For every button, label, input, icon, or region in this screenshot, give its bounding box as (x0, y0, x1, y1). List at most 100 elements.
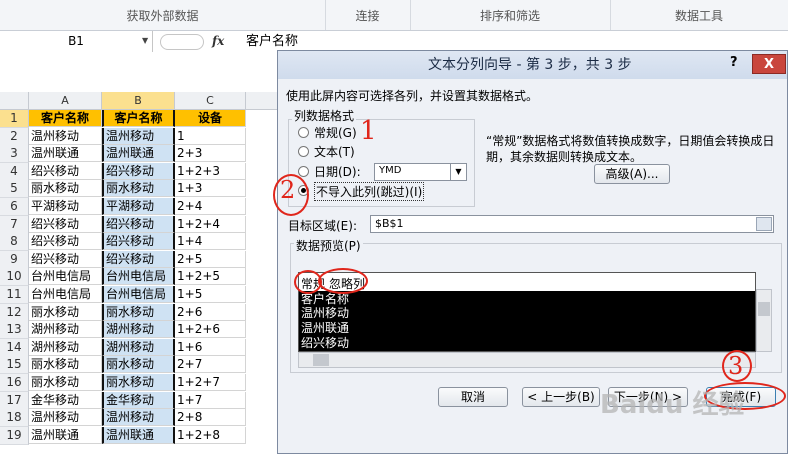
cell-b[interactable]: 温州移动 (102, 409, 175, 426)
cell-b[interactable]: 湖州移动 (102, 321, 175, 338)
cell-c[interactable]: 2+8 (175, 409, 246, 426)
scroll-thumb[interactable] (313, 354, 329, 366)
cell-b[interactable]: 丽水移动 (102, 304, 175, 321)
preview-horizontal-scrollbar[interactable] (298, 352, 756, 368)
cell-c[interactable]: 1+6 (175, 339, 246, 356)
cell-a[interactable]: 温州联通 (29, 427, 102, 444)
select-all-corner[interactable] (0, 92, 29, 109)
row-header[interactable]: 8 (0, 233, 29, 251)
cell-c[interactable]: 1+3 (175, 180, 246, 197)
cell-a[interactable]: 台州电信局 (29, 286, 102, 303)
row-header[interactable]: 16 (0, 374, 29, 392)
ribbon-group-get-external-data[interactable]: 获取外部数据 (0, 0, 326, 30)
column-header-a[interactable]: A (29, 92, 102, 109)
formula-value[interactable]: 客户名称 (246, 31, 298, 52)
ribbon-group-data-tools[interactable]: 数据工具 (610, 0, 788, 30)
cell-a[interactable]: 客户名称 (29, 110, 102, 127)
radio-general-label[interactable]: 常规(G) (314, 124, 357, 141)
cell-a[interactable]: 台州电信局 (29, 268, 102, 285)
cell-a[interactable]: 湖州移动 (29, 321, 102, 338)
cell-b[interactable]: 台州电信局 (102, 268, 175, 285)
cell-c[interactable]: 1+2+8 (175, 427, 246, 444)
row-header[interactable]: 2 (0, 128, 29, 146)
cell-b[interactable]: 丽水移动 (102, 356, 175, 373)
cell-c[interactable]: 2+3 (175, 145, 246, 162)
cell-a[interactable]: 金华移动 (29, 392, 102, 409)
cell-c[interactable]: 1+2+6 (175, 321, 246, 338)
cell-c[interactable]: 2+6 (175, 304, 246, 321)
cell-b[interactable]: 平湖移动 (102, 198, 175, 215)
row-header[interactable]: 12 (0, 304, 29, 322)
cell-b[interactable]: 绍兴移动 (102, 251, 175, 268)
cell-a[interactable]: 温州移动 (29, 128, 102, 145)
cell-a[interactable]: 丽水移动 (29, 304, 102, 321)
help-icon[interactable]: ? (730, 55, 746, 73)
cell-b[interactable]: 湖州移动 (102, 339, 175, 356)
radio-date-label[interactable]: 日期(D): (314, 163, 361, 180)
cell-c[interactable]: 1+2+5 (175, 268, 246, 285)
cancel-button[interactable]: 取消 (438, 387, 508, 407)
cell-a[interactable]: 丽水移动 (29, 374, 102, 391)
cell-b[interactable]: 客户名称 (102, 110, 175, 127)
row-header[interactable]: 10 (0, 268, 29, 286)
chevron-down-icon[interactable]: ▼ (142, 36, 152, 46)
cell-a[interactable]: 温州联通 (29, 145, 102, 162)
row-header[interactable]: 11 (0, 286, 29, 304)
dialog-title-bar[interactable]: 文本分列向导 - 第 3 步，共 3 步 ? X (278, 51, 787, 79)
cell-c[interactable]: 1+2+4 (175, 216, 246, 233)
cell-a[interactable]: 丽水移动 (29, 356, 102, 373)
row-header[interactable]: 18 (0, 409, 29, 427)
cell-b[interactable]: 台州电信局 (102, 286, 175, 303)
cell-b[interactable]: 金华移动 (102, 392, 175, 409)
row-header[interactable]: 5 (0, 180, 29, 198)
cell-a[interactable]: 绍兴移动 (29, 163, 102, 180)
cell-b[interactable]: 绍兴移动 (102, 216, 175, 233)
cell-c[interactable]: 2+4 (175, 198, 246, 215)
back-button[interactable]: < 上一步(B) (522, 387, 600, 407)
row-header[interactable]: 17 (0, 392, 29, 410)
cell-c[interactable]: 设备 (175, 110, 246, 127)
preview-data-area[interactable]: 客户名称 温州移动 温州联通 绍兴移动 (299, 291, 755, 351)
preview-vertical-scrollbar[interactable] (756, 289, 772, 352)
ribbon-group-connections[interactable]: 连接 (325, 0, 411, 30)
column-header-c[interactable]: C (175, 92, 246, 109)
cell-a[interactable]: 丽水移动 (29, 180, 102, 197)
cell-a[interactable]: 温州移动 (29, 409, 102, 426)
cell-a[interactable]: 绍兴移动 (29, 216, 102, 233)
cell-a[interactable]: 湖州移动 (29, 339, 102, 356)
cell-b[interactable]: 丽水移动 (102, 180, 175, 197)
cell-b[interactable]: 温州联通 (102, 427, 175, 444)
date-format-select[interactable]: YMD ▼ (374, 163, 467, 181)
cell-c[interactable]: 1+2+7 (175, 374, 246, 391)
row-header[interactable]: 13 (0, 321, 29, 339)
cell-c[interactable]: 2+5 (175, 251, 246, 268)
advanced-button[interactable]: 高级(A)... (594, 164, 670, 184)
row-header[interactable]: 9 (0, 251, 29, 269)
cell-b[interactable]: 温州联通 (102, 145, 175, 162)
cell-c[interactable]: 1+5 (175, 286, 246, 303)
row-header[interactable]: 15 (0, 356, 29, 374)
radio-skip-label[interactable]: 不导入此列(跳过)(I) (314, 182, 425, 201)
cell-c[interactable]: 1+7 (175, 392, 246, 409)
row-header[interactable]: 1 (0, 110, 29, 128)
name-box[interactable]: B1 (0, 31, 153, 52)
range-picker-icon[interactable] (756, 217, 772, 231)
cell-b[interactable]: 绍兴移动 (102, 233, 175, 250)
cell-c[interactable]: 1 (175, 128, 246, 145)
radio-text-label[interactable]: 文本(T) (314, 143, 355, 160)
row-header[interactable]: 6 (0, 198, 29, 216)
row-header[interactable]: 3 (0, 145, 29, 163)
cell-b[interactable]: 温州移动 (102, 128, 175, 145)
cell-c[interactable]: 1+2+3 (175, 163, 246, 180)
row-header[interactable]: 7 (0, 216, 29, 234)
scroll-thumb[interactable] (758, 302, 770, 316)
cell-c[interactable]: 2+7 (175, 356, 246, 373)
fx-icon[interactable]: fx (212, 31, 230, 52)
radio-text[interactable] (298, 146, 309, 157)
formula-bar-expand-handle[interactable] (160, 34, 204, 50)
cell-b[interactable]: 丽水移动 (102, 374, 175, 391)
cell-b[interactable]: 绍兴移动 (102, 163, 175, 180)
cell-a[interactable]: 绍兴移动 (29, 233, 102, 250)
close-button[interactable]: X (752, 54, 786, 74)
cell-a[interactable]: 平湖移动 (29, 198, 102, 215)
